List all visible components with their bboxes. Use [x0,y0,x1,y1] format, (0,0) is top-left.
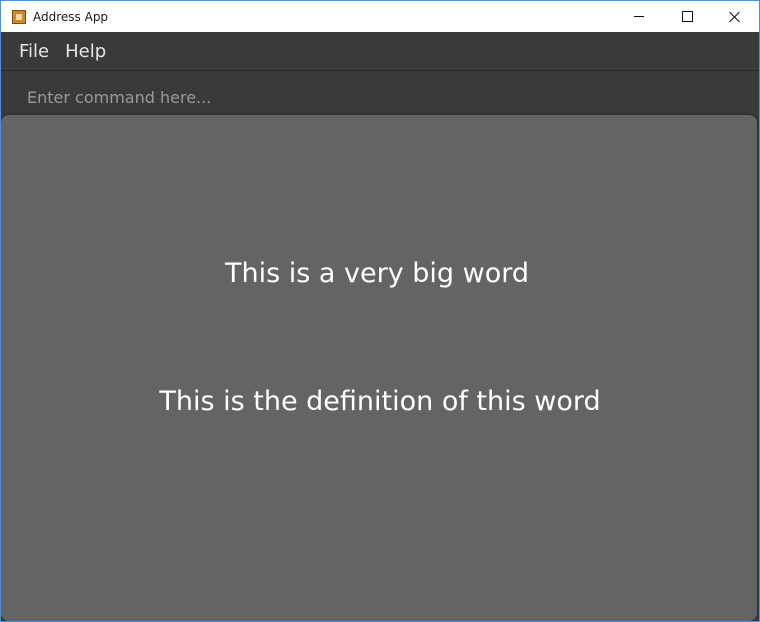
close-button[interactable] [711,1,759,32]
title-bar[interactable]: Address App [1,1,759,32]
menu-help[interactable]: Help [65,41,106,62]
app-window: Address App File Help This is a very big… [0,0,760,622]
window-title: Address App [33,9,109,24]
command-input[interactable] [17,83,757,111]
menu-file[interactable]: File [19,41,49,62]
flashcard-panel: This is a very big word This is the defi… [1,115,757,621]
flashcard-word: This is a very big word [224,258,529,289]
address-book-icon [12,9,26,24]
minimize-icon [634,16,644,17]
maximize-icon [681,11,693,22]
command-box [1,71,759,121]
window-controls [615,1,759,32]
maximize-button[interactable] [663,1,711,32]
close-icon [729,11,741,23]
minimize-button[interactable] [615,1,663,32]
flashcard-definition: This is the definition of this word [159,386,601,417]
menu-bar: File Help [1,32,759,71]
